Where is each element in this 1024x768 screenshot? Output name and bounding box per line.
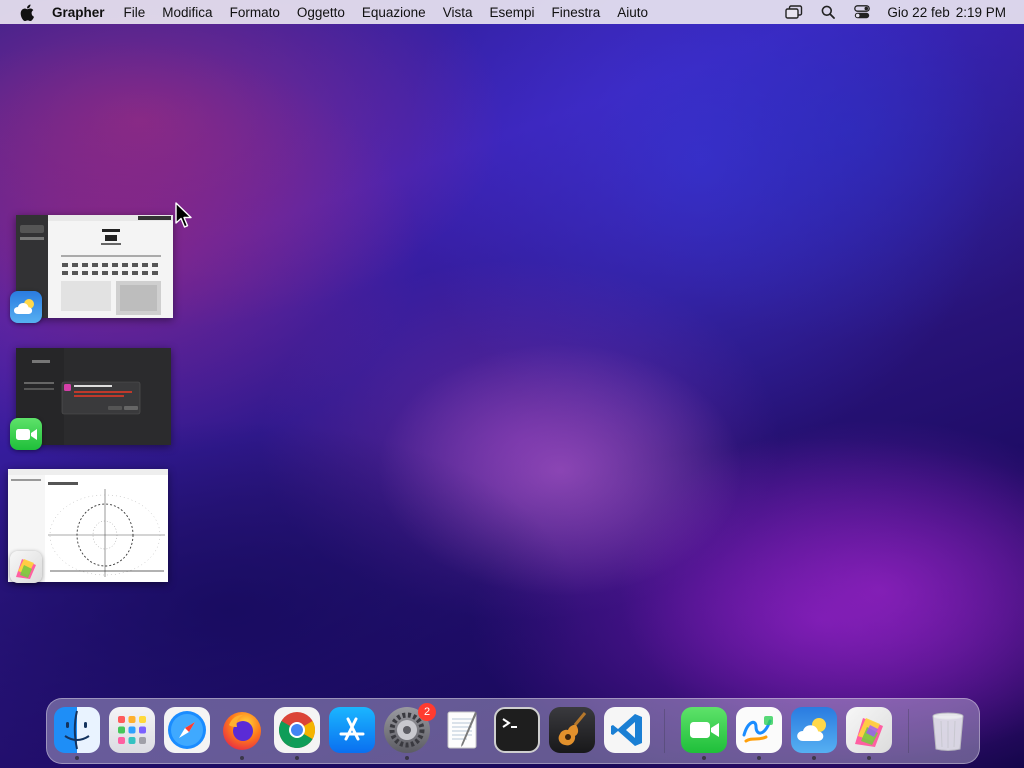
dock-vscode-icon[interactable] [604, 707, 650, 753]
stage-manager-set-weather[interactable] [10, 214, 174, 324]
desktop-wallpaper: Grapher File Modifica Formato Oggetto Eq… [0, 0, 1024, 768]
dock-trash-icon[interactable] [925, 707, 971, 753]
dock-finder-icon[interactable] [54, 707, 100, 753]
dock-separator [908, 709, 909, 753]
menu-bar: Grapher File Modifica Formato Oggetto Eq… [0, 0, 1024, 24]
menu-esempi[interactable]: Esempi [489, 5, 534, 20]
weather-icon [10, 291, 42, 323]
menu-aiuto[interactable]: Aiuto [617, 5, 648, 20]
running-indicator [812, 756, 816, 760]
apple-icon[interactable] [18, 3, 36, 21]
dock-chrome-icon[interactable] [274, 707, 320, 753]
wallpaper-wave [600, 0, 1024, 340]
mouse-cursor-icon [175, 202, 193, 235]
dock-weather-icon[interactable] [791, 707, 837, 753]
dock-textedit-icon[interactable] [439, 707, 485, 753]
status-area: Gio 22 feb 2:19 PM [771, 0, 1006, 24]
stage-manager-set-grapher[interactable] [8, 469, 170, 585]
menu-formato[interactable]: Formato [230, 5, 280, 20]
dock-grapher-icon[interactable] [846, 707, 892, 753]
menu-oggetto[interactable]: Oggetto [297, 5, 345, 20]
dock: 2 [46, 698, 980, 764]
control-center-icon[interactable] [851, 3, 873, 21]
running-indicator [295, 756, 299, 760]
dock-separator [664, 709, 665, 753]
dock-terminal-icon[interactable] [494, 707, 540, 753]
stage-manager-set-facetime[interactable] [10, 347, 174, 453]
dock-facetime-icon[interactable] [681, 707, 727, 753]
grapher-icon [10, 551, 42, 583]
running-indicator [702, 756, 706, 760]
wallpaper-wave [260, 260, 780, 620]
menu-file[interactable]: File [124, 5, 146, 20]
menu-bar-time[interactable]: 2:19 PM [956, 5, 1006, 20]
menu-vista[interactable]: Vista [443, 5, 473, 20]
menu-finestra[interactable]: Finestra [552, 5, 601, 20]
facetime-icon [10, 418, 42, 450]
notification-badge: 2 [418, 703, 436, 721]
running-indicator [240, 756, 244, 760]
dock-freeform-icon[interactable] [736, 707, 782, 753]
running-indicator [405, 756, 409, 760]
running-indicator [75, 756, 79, 760]
dock-garageband-icon[interactable] [549, 707, 595, 753]
dock-app-store-icon[interactable] [329, 707, 375, 753]
dock-launchpad-icon[interactable] [109, 707, 155, 753]
spotlight-search-icon[interactable] [817, 3, 839, 21]
running-indicator [867, 756, 871, 760]
dock-firefox-icon[interactable] [219, 707, 265, 753]
dock-system-settings-icon[interactable]: 2 [384, 703, 436, 753]
dock-safari-icon[interactable] [164, 707, 210, 753]
menu-modifica[interactable]: Modifica [162, 5, 212, 20]
menu-equazione[interactable]: Equazione [362, 5, 426, 20]
running-indicator [757, 756, 761, 760]
stage-manager-icon[interactable] [783, 3, 805, 21]
menu-app-name[interactable]: Grapher [52, 5, 105, 20]
menu-bar-date[interactable]: Gio 22 feb [887, 5, 949, 20]
